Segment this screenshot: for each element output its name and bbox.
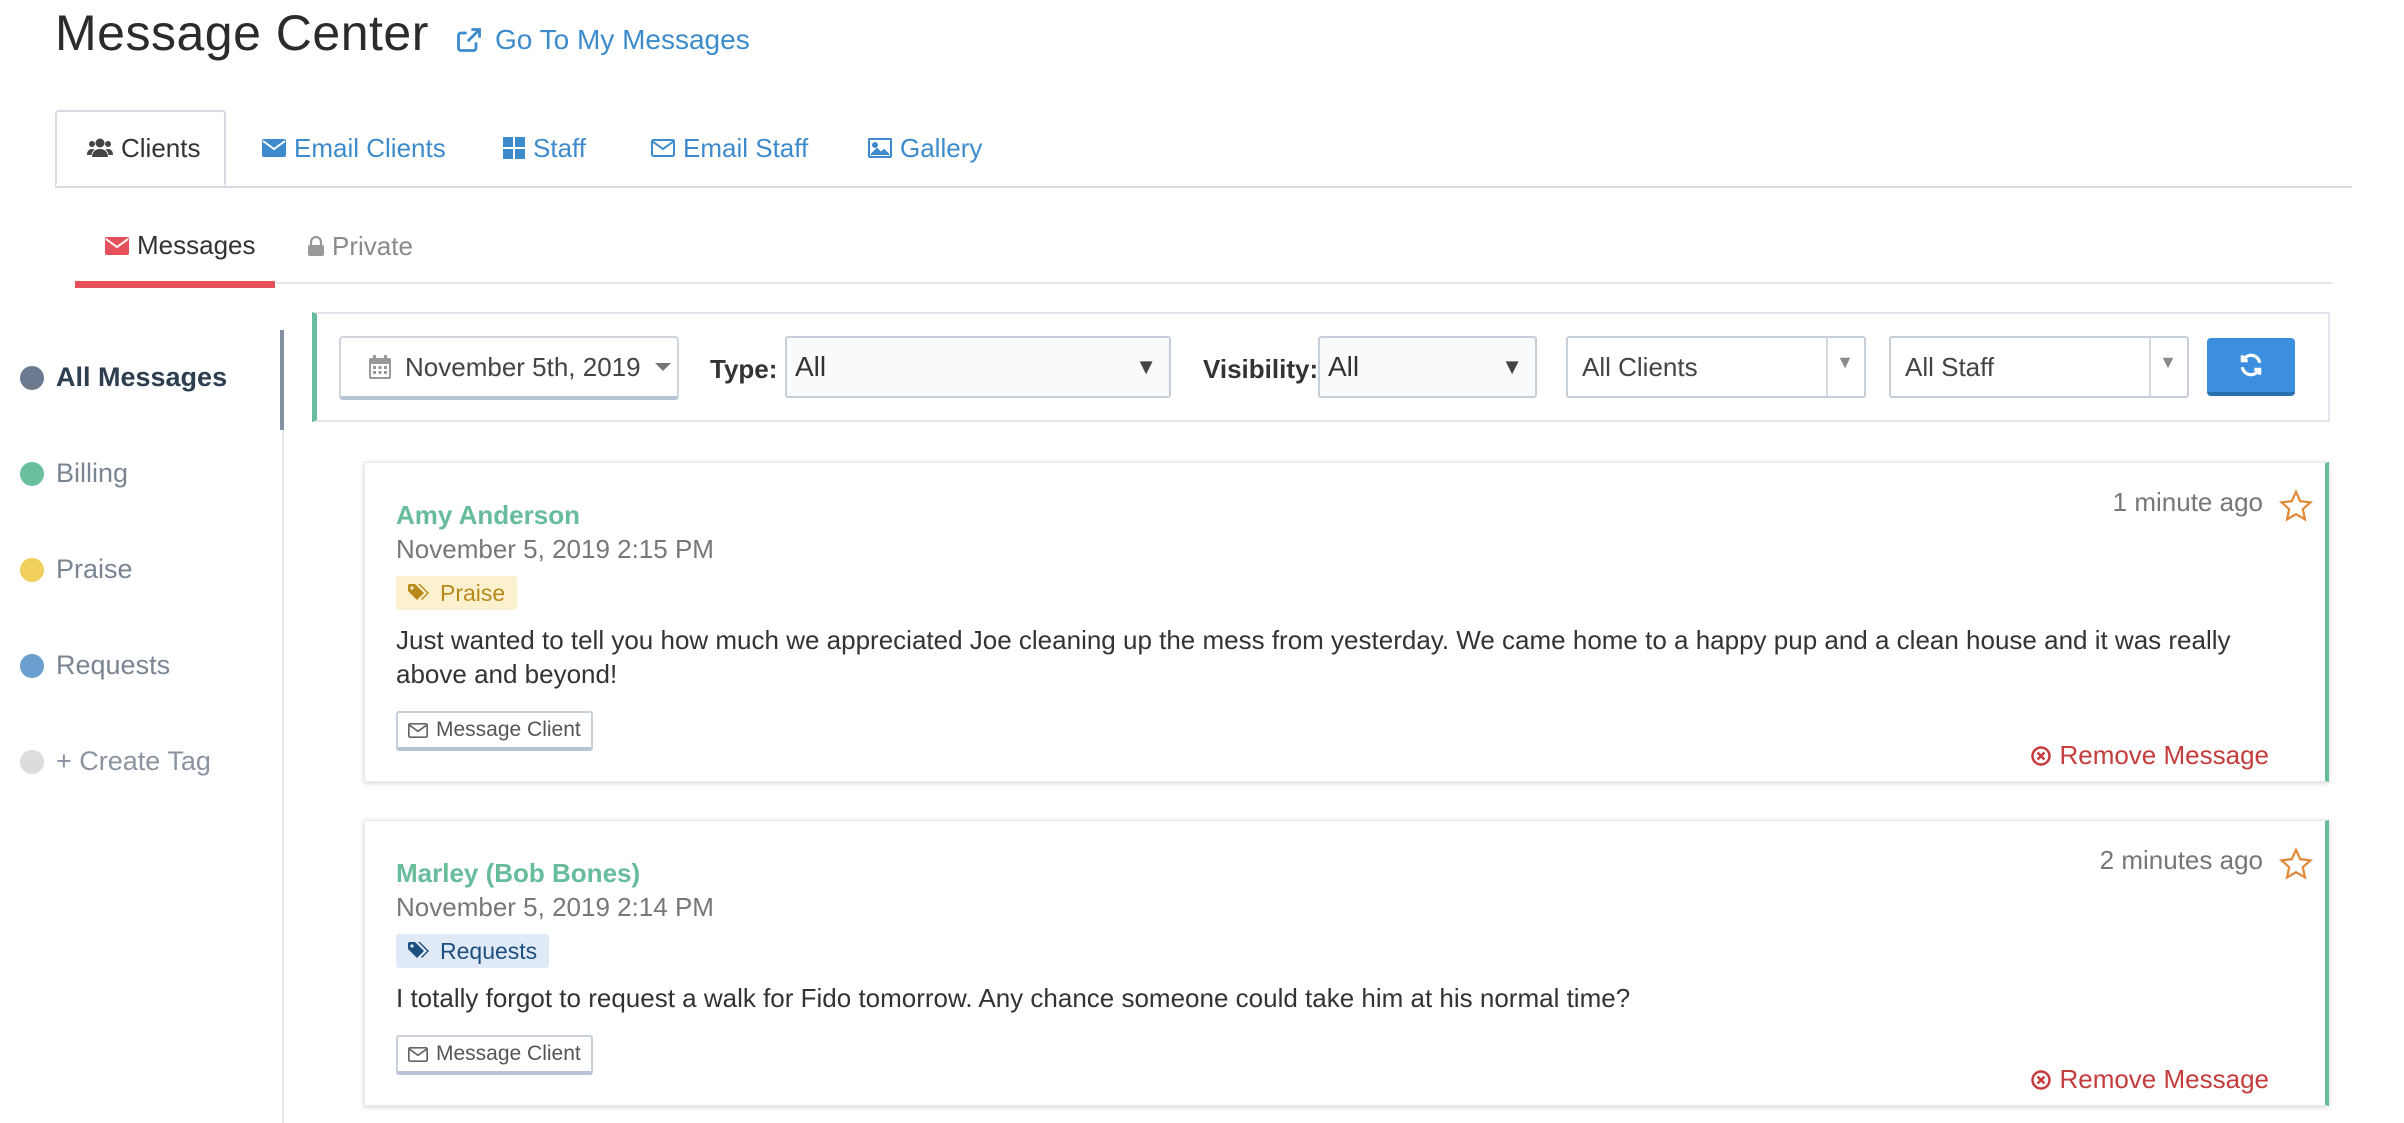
type-label: Type:	[710, 354, 778, 384]
message-tag-label: Requests	[440, 937, 538, 964]
tab-label: Private	[332, 230, 413, 261]
tab-label: Email Staff	[683, 132, 809, 163]
sidebar-item-label: + Create Tag	[56, 746, 211, 776]
sidebar-item-create-tag[interactable]: + Create Tag	[20, 746, 211, 777]
tag-color-dot	[20, 557, 44, 582]
sidebar-item-label: Praise	[56, 554, 133, 584]
message-tag: Requests	[396, 934, 550, 968]
remove-message-label: Remove Message	[2059, 740, 2269, 770]
sidebar-item-all-messages[interactable]: All Messages	[20, 362, 227, 393]
message-date: November 5, 2019 2:14 PM	[396, 892, 714, 922]
sidebar-item-label: Requests	[56, 650, 171, 680]
go-link-label: Go To My Messages	[495, 24, 750, 55]
message-tag-label: Praise	[440, 579, 506, 606]
tab-staff[interactable]: Staff	[503, 110, 586, 186]
go-to-my-messages-link[interactable]: Go To My Messages	[455, 24, 750, 56]
refresh-icon	[2238, 352, 2264, 378]
grid-icon	[503, 137, 525, 159]
external-link-icon	[455, 26, 483, 54]
staff-select[interactable]: All Staff ▼	[1889, 336, 2189, 398]
select-divider	[1826, 338, 1828, 396]
message-time-ago: 2 minutes ago	[2099, 845, 2263, 875]
page-title: Message Center	[55, 5, 429, 61]
active-indicator	[280, 330, 284, 430]
clients-select[interactable]: All Clients ▼	[1566, 336, 1866, 398]
tags-icon	[408, 942, 432, 960]
tab-messages[interactable]: Messages	[75, 210, 275, 288]
tags-icon	[408, 584, 432, 602]
message-body: I totally forgot to request a walk for F…	[396, 983, 1631, 1013]
visibility-select-value: All	[1328, 351, 1360, 382]
tab-email-clients[interactable]: Email Clients	[262, 110, 446, 186]
message-client-button[interactable]: Message Client	[396, 711, 593, 751]
tab-private[interactable]: Private	[308, 210, 413, 282]
dropdown-arrow-icon: ▼	[2159, 352, 2177, 372]
envelope-outline-icon	[408, 722, 428, 738]
tag-color-dot	[20, 461, 44, 486]
star-icon[interactable]	[2279, 489, 2313, 523]
users-icon	[87, 137, 113, 159]
remove-message-label: Remove Message	[2059, 1064, 2269, 1094]
sidebar-item-praise[interactable]: Praise	[20, 554, 133, 585]
tab-email-staff[interactable]: Email Staff	[651, 110, 808, 186]
date-picker-button[interactable]: November 5th, 2019	[339, 336, 679, 400]
tab-label: Email Clients	[294, 132, 446, 163]
remove-message-link[interactable]: Remove Message	[2031, 740, 2269, 771]
message-sender[interactable]: Marley (Bob Bones)	[396, 858, 640, 889]
star-icon[interactable]	[2279, 847, 2313, 881]
calendar-icon	[369, 355, 391, 379]
remove-message-link[interactable]: Remove Message	[2031, 1064, 2269, 1095]
type-select-value: All	[795, 351, 827, 382]
filter-bar: November 5th, 2019 Type: All ▼ Visibilit…	[312, 312, 2330, 422]
tab-label: Gallery	[900, 132, 983, 163]
remove-circle-icon	[2031, 745, 2052, 766]
staff-select-value: All Staff	[1905, 351, 1995, 382]
select-divider	[2149, 338, 2151, 396]
image-icon	[868, 138, 892, 158]
envelope-icon	[262, 139, 286, 157]
tag-color-dot	[20, 749, 44, 774]
message-client-label: Message Client	[436, 1042, 581, 1065]
tab-label: Staff	[533, 132, 587, 163]
dropdown-arrow-icon: ▼	[1836, 352, 1854, 372]
remove-circle-icon	[2031, 1069, 2052, 1090]
message-sender[interactable]: Amy Anderson	[396, 500, 580, 531]
message-tag: Praise	[396, 576, 518, 610]
tab-label: Messages	[137, 230, 256, 260]
message-time-ago: 1 minute ago	[2112, 487, 2263, 517]
clients-select-value: All Clients	[1582, 351, 1698, 382]
message-body: Just wanted to tell you how much we appr…	[396, 625, 2231, 689]
lock-icon	[308, 236, 324, 256]
sub-tabs: Messages Private	[75, 210, 2332, 288]
envelope-outline-icon	[651, 139, 675, 157]
tag-color-dot	[20, 653, 44, 678]
message-card: Amy Anderson November 5, 2019 2:15 PM Pr…	[364, 462, 2329, 782]
sidebar-item-requests[interactable]: Requests	[20, 650, 170, 681]
sidebar-item-label: Billing	[56, 458, 129, 488]
dropdown-arrow-icon: ▼	[1135, 354, 1157, 379]
visibility-label: Visibility:	[1203, 354, 1319, 384]
caret-down-icon	[654, 362, 671, 372]
dropdown-arrow-icon: ▼	[1501, 354, 1523, 379]
type-select[interactable]: All ▼	[785, 336, 1171, 398]
refresh-button[interactable]	[2207, 338, 2295, 396]
tab-label: Clients	[121, 132, 201, 163]
message-date: November 5, 2019 2:15 PM	[396, 534, 714, 564]
message-client-label: Message Client	[436, 718, 581, 741]
sidebar-item-label: All Messages	[56, 362, 228, 392]
message-client-button[interactable]: Message Client	[396, 1035, 593, 1075]
tab-clients[interactable]: Clients	[55, 110, 226, 186]
date-value: November 5th, 2019	[405, 351, 641, 382]
visibility-select[interactable]: All ▼	[1318, 336, 1537, 398]
message-card: Marley (Bob Bones) November 5, 2019 2:14…	[364, 820, 2329, 1106]
main-tabs: Clients Email Clients Staff Email Staff …	[55, 110, 2352, 188]
sidebar-item-billing[interactable]: Billing	[20, 458, 128, 489]
envelope-icon	[105, 236, 129, 255]
envelope-outline-icon	[408, 1046, 428, 1062]
tag-sidebar: All Messages Billing Praise Requests + C…	[0, 330, 284, 1123]
tag-color-dot	[20, 365, 44, 390]
tab-gallery[interactable]: Gallery	[868, 110, 982, 186]
